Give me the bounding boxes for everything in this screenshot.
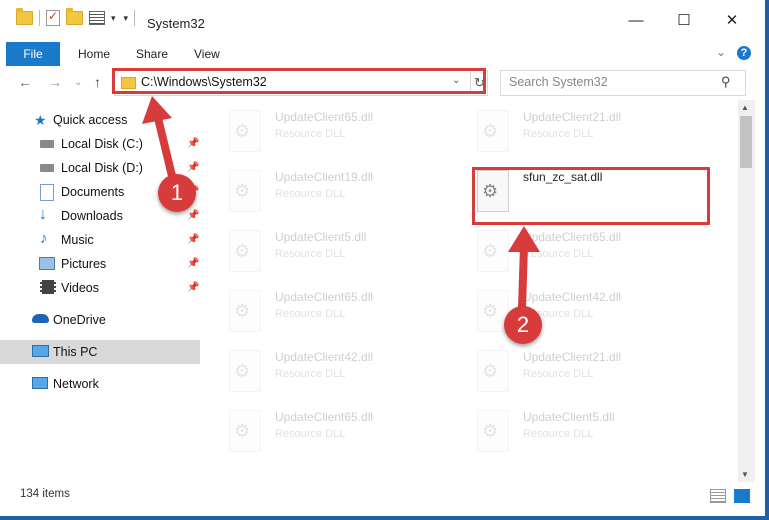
arrow-2 bbox=[518, 242, 528, 312]
arrow-1-head bbox=[142, 96, 172, 124]
arrow-1 bbox=[154, 114, 176, 180]
step-1-badge: 1 bbox=[158, 174, 196, 212]
status-bar: 134 items bbox=[0, 484, 765, 506]
arrow-2-head bbox=[508, 226, 540, 252]
item-count: 134 items bbox=[20, 488, 70, 500]
details-view-icon[interactable] bbox=[710, 489, 726, 503]
annotation-arrows bbox=[142, 96, 540, 312]
step-2-badge: 2 bbox=[504, 306, 542, 344]
large-icons-view-icon[interactable] bbox=[734, 489, 750, 503]
explorer-window: ▾ ▾ System32 — ☐ ✕ File Home Share View … bbox=[0, 0, 769, 520]
